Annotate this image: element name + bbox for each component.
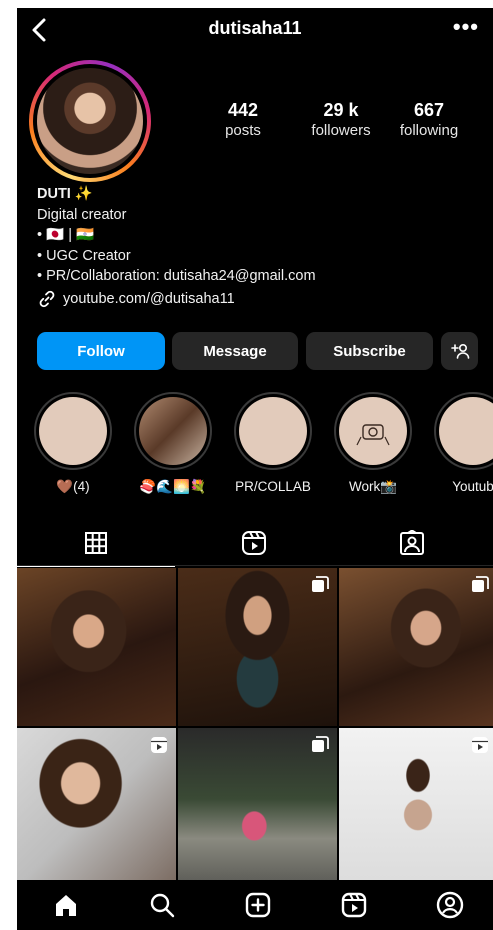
bio-link[interactable]: youtube.com/@dutisaha11 [37, 289, 477, 310]
followers-stat[interactable]: 29 k followers [291, 100, 391, 139]
reels-icon [472, 737, 488, 753]
highlight-label: 🤎(4) [56, 479, 90, 494]
post-thumbnail[interactable] [339, 568, 493, 726]
reels-icon [242, 531, 266, 555]
grid-icon [85, 532, 107, 554]
profile-bio: DUTI ✨ Digital creator • 🇯🇵 | 🇮🇳 • UGC C… [37, 184, 477, 309]
tagged-icon [400, 530, 424, 555]
following-count: 667 [413, 100, 445, 120]
nav-profile[interactable] [435, 890, 465, 920]
post-thumbnail[interactable] [17, 728, 176, 886]
post-thumbnail[interactable] [178, 728, 337, 886]
nav-reels[interactable] [339, 890, 369, 920]
post-thumbnail[interactable] [339, 728, 493, 886]
highlight-cover [239, 397, 307, 465]
highlight-cover [339, 397, 407, 465]
bio-line: • 🇯🇵 | 🇮🇳 [37, 227, 95, 243]
profile-username: dutisaha11 [208, 18, 302, 38]
carousel-icon [312, 736, 329, 752]
highlight-label: Youtub [452, 479, 493, 494]
more-options-icon[interactable]: ••• [453, 14, 479, 40]
link-icon [39, 290, 55, 307]
home-icon [56, 895, 76, 916]
posts-count: 442 [227, 100, 259, 120]
highlight-item[interactable]: Work📸 [333, 392, 413, 495]
avatar [37, 68, 143, 174]
story-ring[interactable] [29, 60, 151, 182]
post-thumbnail[interactable] [17, 568, 176, 726]
nav-home[interactable] [51, 890, 81, 920]
highlight-cover [439, 397, 493, 465]
follow-button[interactable]: Follow [37, 332, 165, 370]
add-user-icon [450, 343, 469, 359]
add-user-button[interactable] [441, 332, 478, 370]
following-stat[interactable]: 667 following [379, 100, 479, 139]
followers-count: 29 k [323, 100, 359, 120]
top-bar: dutisaha11 ••• [17, 8, 493, 52]
camera-sketch-icon [356, 424, 390, 446]
profile-icon [436, 891, 464, 919]
category-label: Digital creator [37, 206, 127, 223]
highlight-label: Work📸 [348, 479, 398, 494]
posts-grid [17, 568, 493, 886]
following-label: following [399, 122, 459, 139]
search-icon [150, 893, 175, 918]
profile-stats: 442 posts 29 k followers 667 following [193, 100, 483, 144]
highlight-cover [39, 397, 107, 465]
tab-reels[interactable] [175, 520, 333, 566]
reels-icon [341, 892, 367, 918]
carousel-icon [312, 576, 329, 592]
profile-screen: dutisaha11 ••• 442 posts 29 k followers … [17, 8, 493, 930]
bio-line: • UGC Creator [37, 247, 131, 264]
bottom-nav [17, 880, 493, 930]
posts-label: posts [225, 122, 261, 139]
highlight-label: PR/COLLAB [235, 479, 311, 494]
highlight-cover [139, 397, 207, 465]
create-icon [245, 892, 271, 918]
followers-label: followers [311, 122, 371, 139]
bio-line: • PR/Collaboration: dutisaha24@gmail.com [37, 268, 316, 284]
tab-tagged[interactable] [333, 520, 491, 566]
subscribe-button[interactable]: Subscribe [306, 332, 433, 370]
post-thumbnail[interactable] [178, 568, 337, 726]
highlight-item[interactable]: PR/COLLAB [233, 392, 313, 494]
display-name: DUTI ✨ [37, 186, 93, 202]
nav-create[interactable] [243, 890, 273, 920]
highlight-item[interactable]: 🍣🌊🌅💐 [133, 392, 213, 495]
posts-stat[interactable]: 442 posts [193, 100, 293, 139]
carousel-icon [472, 576, 489, 592]
reels-icon [151, 737, 167, 753]
message-button[interactable]: Message [172, 332, 298, 370]
bio-link-text[interactable]: youtube.com/@dutisaha11 [63, 289, 235, 310]
highlight-item[interactable]: Youtub [433, 392, 493, 494]
highlight-item[interactable]: 🤎(4) [33, 392, 113, 495]
nav-search[interactable] [147, 890, 177, 920]
highlight-label: 🍣🌊🌅💐 [139, 479, 207, 494]
tab-posts[interactable] [17, 520, 175, 567]
content-tabs [17, 520, 493, 567]
